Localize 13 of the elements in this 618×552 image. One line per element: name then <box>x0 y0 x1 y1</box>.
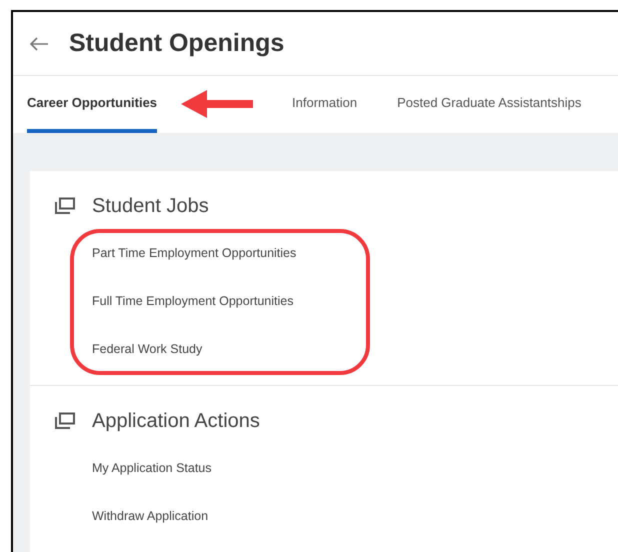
tab[interactable]: Posted Graduate Assistantships <box>397 76 582 133</box>
back-arrow-icon[interactable] <box>29 36 49 52</box>
link[interactable]: Federal Work Study <box>92 325 618 373</box>
link[interactable]: My Application Status <box>92 444 618 492</box>
page-title: Student Openings <box>69 28 284 59</box>
tab[interactable]: Information <box>292 76 358 133</box>
section-heading: Application Actions <box>92 409 260 434</box>
link[interactable]: Part Time Employment Opportunities <box>92 229 618 277</box>
windows-icon <box>54 412 76 430</box>
section-heading: Student Jobs <box>92 194 209 219</box>
link[interactable]: Withdraw Application <box>92 492 618 540</box>
link[interactable]: Full Time Employment Opportunities <box>92 277 618 325</box>
windows-icon <box>54 197 76 215</box>
